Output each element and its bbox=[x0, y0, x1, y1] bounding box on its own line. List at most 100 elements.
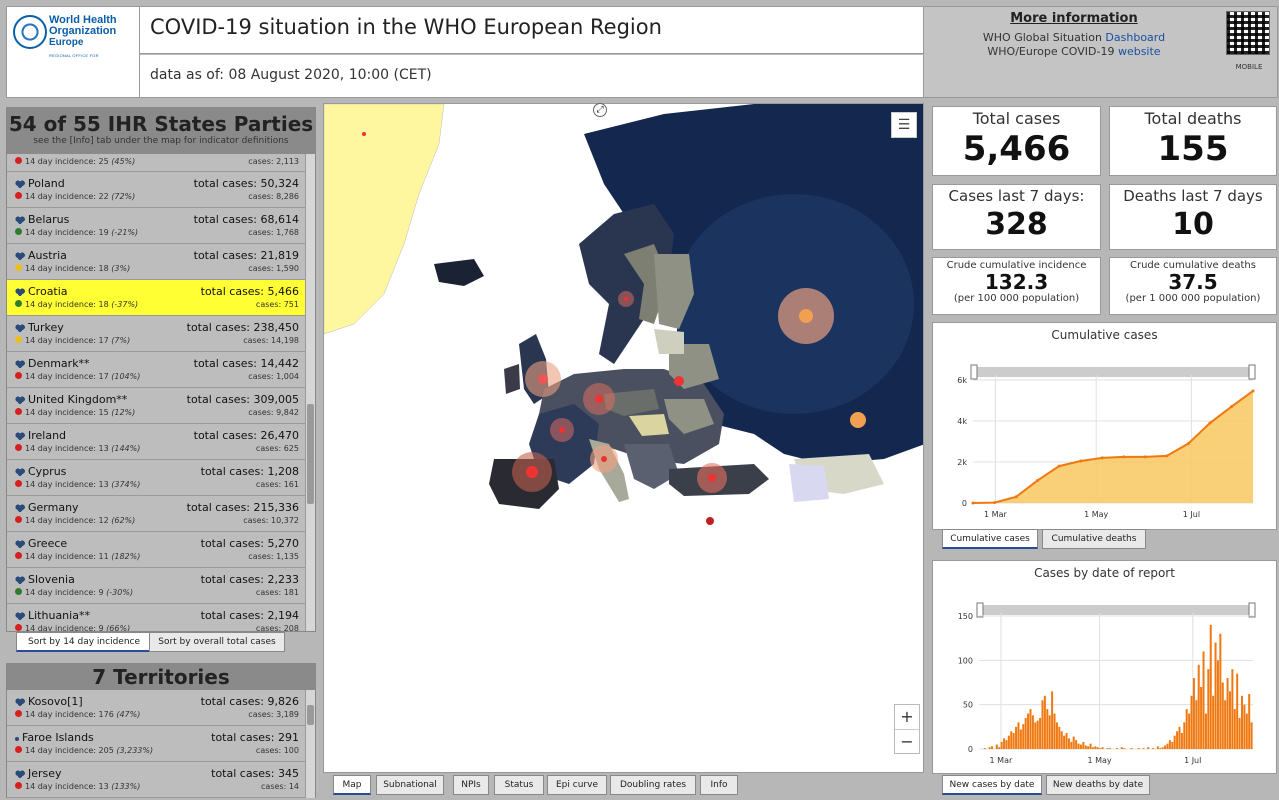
list-item[interactable]: Cyprus total cases: 1,208 14 day incidence… bbox=[7, 460, 305, 496]
total-deaths-label: Total deaths bbox=[1144, 109, 1242, 128]
list-item[interactable]: Kosovo[1] total cases: 9,826 14 day incide… bbox=[7, 690, 305, 726]
tab-status[interactable]: Status bbox=[494, 775, 544, 795]
recent-cases-text: cases: 1,135 bbox=[248, 552, 299, 561]
bar bbox=[1183, 722, 1186, 749]
data-point bbox=[1014, 495, 1018, 499]
trend-dot-icon bbox=[15, 228, 22, 235]
bar bbox=[1166, 743, 1169, 749]
tab-new-deaths-by-date[interactable]: New deaths by date bbox=[1046, 775, 1150, 795]
country-name-text: United Kingdom** bbox=[28, 393, 128, 406]
zoom-control: + − bbox=[894, 704, 920, 754]
country-name-text: Germany bbox=[28, 501, 79, 514]
list-item[interactable]: Slovenia total cases: 2,233 14 day inciden… bbox=[7, 568, 305, 604]
zoom-in-button[interactable]: + bbox=[895, 705, 919, 729]
crude-incidence-value: 132.3 bbox=[984, 270, 1049, 294]
cumulative-cases-chart: Cumulative cases 0 2k 4k 6k 1 Mar 1 May 1 Jul bbox=[932, 322, 1277, 530]
cumulative-chart-canvas[interactable]: 0 2k 4k 6k 1 Mar 1 May 1 Jul bbox=[933, 323, 1278, 531]
bar bbox=[1200, 686, 1203, 749]
sort-by-incidence-button[interactable]: Sort by 14 day incidence bbox=[16, 632, 152, 652]
trend-dot-icon bbox=[15, 782, 22, 789]
data-date: data as of: 08 August 2020, 10:00 (CET) bbox=[150, 67, 432, 83]
scroll-thumb[interactable] bbox=[307, 705, 314, 725]
bar bbox=[1250, 722, 1253, 749]
tab-map[interactable]: Map bbox=[333, 775, 371, 795]
bar bbox=[1041, 700, 1044, 749]
bar bbox=[1091, 747, 1094, 749]
bar bbox=[1029, 709, 1032, 749]
bar bbox=[1224, 700, 1227, 749]
dashboard-link[interactable]: Dashboard bbox=[1105, 31, 1165, 44]
bar bbox=[1101, 747, 1104, 749]
bar bbox=[1096, 747, 1099, 749]
list-item[interactable]: Jersey total cases: 345 14 day incidence: … bbox=[7, 762, 305, 798]
incidence-change: (144%) bbox=[111, 444, 141, 453]
incidence-text: 14 day incidence: 9 (66%) bbox=[15, 624, 130, 631]
map-canvas[interactable] bbox=[324, 104, 924, 773]
list-item[interactable]: Lithuania** total cases: 2,194 14 day inci… bbox=[7, 604, 305, 631]
bar bbox=[998, 747, 1001, 749]
tab-npis[interactable]: NPIs bbox=[453, 775, 489, 795]
tab-subnational[interactable]: Subnational bbox=[376, 775, 444, 795]
tab-info[interactable]: Info bbox=[700, 775, 738, 795]
list-item[interactable]: Croatia total cases: 5,466 14 day incidenc… bbox=[7, 280, 305, 316]
bar bbox=[1195, 700, 1198, 749]
bar bbox=[1000, 741, 1003, 749]
zoom-out-button[interactable]: − bbox=[895, 729, 919, 753]
list-item[interactable]: United Kingdom** total cases: 309,005 14 d… bbox=[7, 388, 305, 424]
list-item[interactable]: Turkey total cases: 238,450 14 day inciden… bbox=[7, 316, 305, 352]
tab-epi-curve[interactable]: Epi curve bbox=[547, 775, 607, 795]
page-title: COVID-19 situation in the WHO European R… bbox=[150, 15, 662, 39]
fullscreen-icon[interactable]: ⤢ bbox=[593, 103, 607, 117]
bar bbox=[1185, 709, 1188, 749]
deaths7-label: Deaths last 7 days bbox=[1123, 187, 1263, 205]
incidence-value: 14 day incidence: 18 bbox=[25, 264, 109, 273]
country-name-text: Austria bbox=[28, 249, 67, 262]
bar bbox=[1161, 747, 1164, 749]
bar bbox=[1063, 735, 1066, 749]
bar bbox=[1094, 746, 1097, 749]
total-cases-text: total cases: 14,442 bbox=[193, 357, 299, 370]
incidence-text: 14 day incidence: 19 (-21%) bbox=[15, 228, 138, 237]
tab-cumulative-deaths[interactable]: Cumulative deaths bbox=[1042, 529, 1146, 549]
recent-cases-text: cases: 1,590 bbox=[248, 264, 299, 273]
list-item[interactable]: Belarus total cases: 68,614 14 day inciden… bbox=[7, 208, 305, 244]
tab-doubling-rates[interactable]: Doubling rates bbox=[610, 775, 696, 795]
daily-chart-canvas[interactable]: 0 50 100 150 1 Mar 1 May 1 Jul bbox=[933, 561, 1278, 775]
bar bbox=[1048, 715, 1051, 749]
incidence-text: 14 day incidence: 13 (144%) bbox=[15, 444, 140, 453]
cases-by-date-chart: Cases by date of report 0 50 100 150 1 Mar 1 … bbox=[932, 560, 1277, 774]
bar bbox=[1130, 748, 1133, 749]
states-list[interactable]: 14 day incidence: 25 (45%) cases: 2,113 Po… bbox=[7, 154, 305, 631]
incidence-change: (374%) bbox=[111, 480, 141, 489]
bar bbox=[1012, 733, 1015, 749]
territories-list[interactable]: Kosovo[1] total cases: 9,826 14 day incide… bbox=[7, 690, 305, 798]
bar bbox=[1226, 678, 1229, 749]
who-logo[interactable]: World Health Organization Europe REGIONA… bbox=[6, 6, 140, 98]
list-item[interactable]: Ireland total cases: 26,470 14 day inciden… bbox=[7, 424, 305, 460]
tab-new-cases-by-date[interactable]: New cases by date bbox=[942, 775, 1042, 795]
population-icon bbox=[15, 180, 25, 188]
map-layers-button[interactable]: ☰ bbox=[891, 112, 917, 138]
tab-cumulative-cases[interactable]: Cumulative cases bbox=[942, 529, 1038, 549]
list-item[interactable]: Poland total cases: 50,324 14 day incidenc… bbox=[7, 172, 305, 208]
territories-scrollbar[interactable] bbox=[305, 690, 315, 798]
website-link[interactable]: website bbox=[1118, 45, 1161, 58]
recent-cases-text: cases: 14 bbox=[261, 782, 299, 791]
list-item[interactable]: Germany total cases: 215,336 14 day incide… bbox=[7, 496, 305, 532]
europe-map[interactable]: ☰ + − bbox=[323, 103, 924, 773]
bar bbox=[1055, 722, 1058, 749]
recent-cases-text: cases: 100 bbox=[255, 746, 299, 755]
sort-by-total-button[interactable]: Sort by overall total cases bbox=[149, 632, 285, 652]
total-cases-text: total cases: 50,324 bbox=[193, 177, 299, 190]
list-item[interactable]: Faroe Islands total cases: 291 14 day inci… bbox=[7, 726, 305, 762]
incidence-value: 14 day incidence: 9 bbox=[25, 624, 104, 631]
list-item[interactable]: Austria total cases: 21,819 14 day inciden… bbox=[7, 244, 305, 280]
states-list-scrollbar[interactable] bbox=[305, 154, 315, 631]
country-name: Faroe Islands bbox=[15, 731, 94, 744]
recent-cases-text: cases: 208 bbox=[255, 624, 299, 631]
scroll-thumb[interactable] bbox=[307, 404, 314, 504]
incidence-change: (66%) bbox=[106, 624, 131, 631]
list-item[interactable]: 14 day incidence: 25 (45%) cases: 2,113 bbox=[7, 154, 305, 172]
list-item[interactable]: Denmark** total cases: 14,442 14 day incid… bbox=[7, 352, 305, 388]
list-item[interactable]: Greece total cases: 5,270 14 day incidence… bbox=[7, 532, 305, 568]
